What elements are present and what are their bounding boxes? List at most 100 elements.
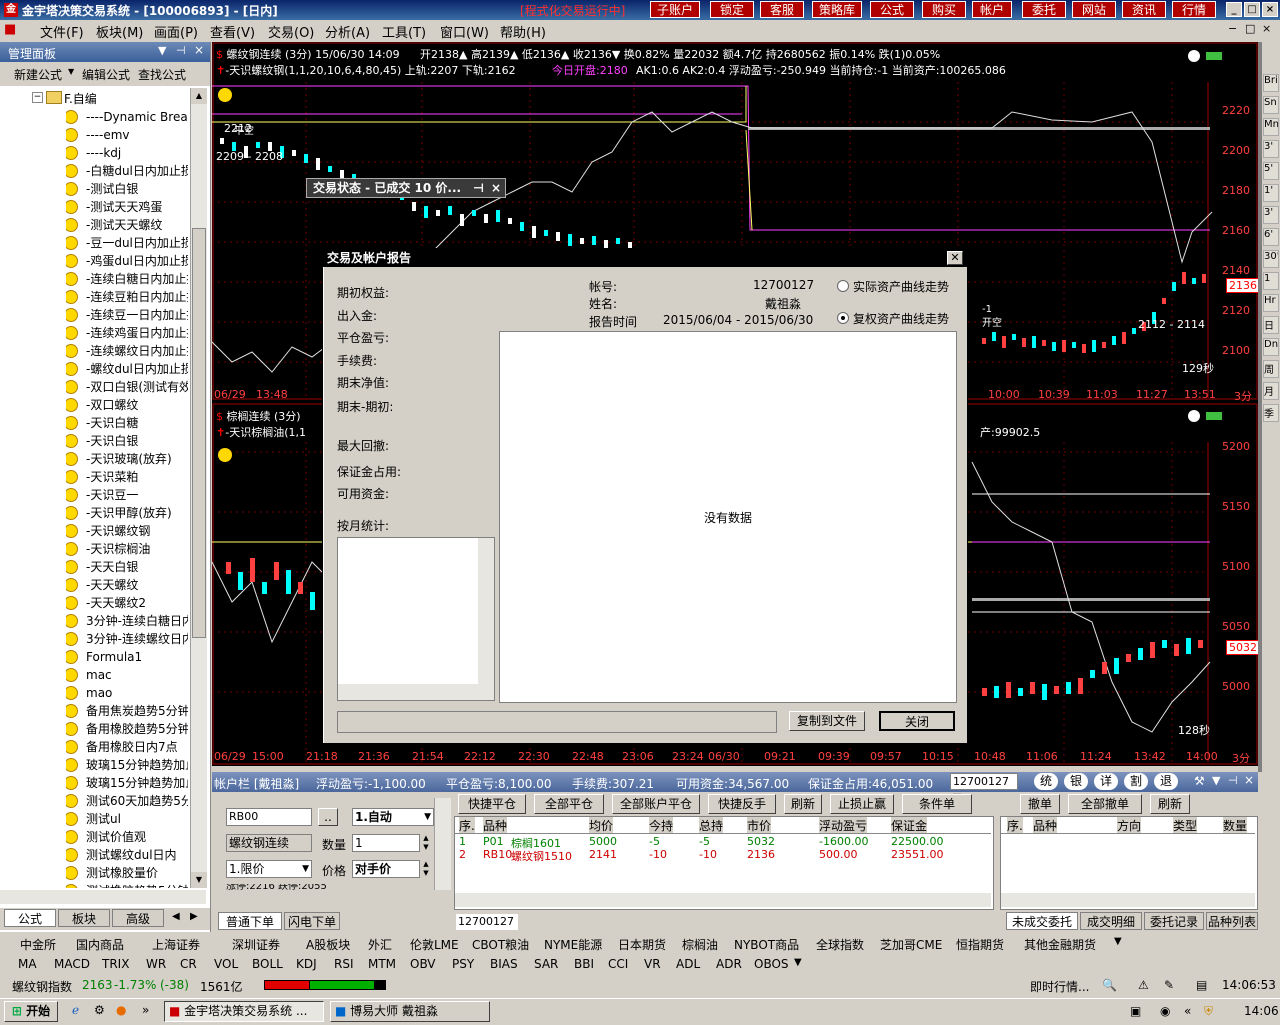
folder-label[interactable]: F.自编 [64,90,97,107]
popup-pin-icon[interactable]: ⊣ [473,179,484,197]
market-tab-5[interactable]: 外汇 [368,936,392,953]
period-button-9[interactable]: 1 [1263,272,1279,290]
formula-item[interactable]: -豆一dul日内加止损 [66,234,188,252]
formula-item[interactable]: -白糖dul日内加止损 [66,162,188,180]
formula-item[interactable]: 测试螺纹dul日内 [66,846,188,864]
formula-item[interactable]: -连续鸡蛋日内加止损 [66,324,188,342]
tree-hscrollbar[interactable] [0,890,206,904]
formula-item[interactable]: ----kdj [66,144,188,162]
tray-sound-icon[interactable]: ◉ [1160,1004,1170,1018]
market-tab-3[interactable]: 深圳证券 [232,936,280,953]
task-boyi[interactable]: ■ 博易大师 戴祖淼 [330,1001,490,1022]
firefox-icon[interactable]: ● [116,1003,126,1017]
radio-actual[interactable] [837,280,849,292]
orders-col-header[interactable]: 方向 [1117,817,1142,834]
orders-col-header[interactable]: 类型 [1173,817,1198,834]
formula-item[interactable]: 备用焦炭趋势5分钟 [66,702,188,720]
splitter[interactable] [1258,42,1262,772]
indicator-more-icon[interactable]: ▼ [794,957,802,968]
order-list-button-2[interactable]: 刷新 [1150,794,1190,814]
order-list-tab-1[interactable]: 成交明细 [1080,912,1142,930]
table-row[interactable]: 1 P01 棕榈1601 5000 -5 -5 5032 -1600.00 22500.00 [455,835,991,850]
formula-item[interactable]: 测试60天加趋势5分 [66,792,188,810]
market-tab-0[interactable]: 中金所 [20,936,56,953]
indicator-tab-1[interactable]: MACD [54,957,90,971]
tray-more-icon[interactable]: « [1184,1004,1191,1018]
book-icon[interactable]: ▤ [1196,978,1207,992]
mdi-control-icon-1[interactable]: □ [1245,22,1255,35]
period-button-13[interactable]: 周 [1263,360,1279,378]
positions-col-header[interactable]: 保证金 [891,817,928,834]
menu-item-8[interactable]: 帮助(H) [500,22,546,41]
radio-adjusted-label[interactable]: 复权资产曲线走势 [853,310,949,327]
period-button-5[interactable]: 1' [1263,184,1279,202]
period-button-3[interactable]: 3' [1263,140,1279,158]
menu-item-7[interactable]: 窗口(W) [440,22,489,41]
indicator-tab-18[interactable]: ADR [716,957,742,971]
position-button-3[interactable]: 快捷反手 [708,794,776,814]
menu-item-1[interactable]: 板块(M) [96,22,143,41]
account-bar-button-2[interactable]: 详 [1094,773,1118,790]
quicklaunch-icon-2[interactable]: ⚙ [94,1003,105,1017]
market-tab-15[interactable]: 其他金融期货 [1024,936,1096,953]
period-button-10[interactable]: Hr [1263,294,1279,312]
positions-col-header[interactable]: 市价 [747,817,772,834]
bar-close-icon[interactable]: × [1244,773,1254,787]
tab-advanced[interactable]: 高级 [112,909,164,927]
formula-item[interactable]: 测试橡胶趋势5分钟 [66,882,188,888]
trade-status-popup[interactable]: 交易状态 - 已成交 10 价... ⊣ × [306,178,506,198]
menu-item-4[interactable]: 交易(O) [268,22,314,41]
tab-prev-icon[interactable]: ◀ [172,911,180,922]
market-tab-14[interactable]: 恒指期货 [956,936,1004,953]
top-button-6[interactable]: 帐户 [972,1,1012,18]
task-jinyuta[interactable]: ■ 金宇塔决策交易系统 ... [164,1001,324,1022]
top-button-5[interactable]: 购买 [922,1,966,18]
top-button-3[interactable]: 策略库 [812,1,862,18]
formula-item[interactable]: -测试天天鸡蛋 [66,198,188,216]
alert-icon[interactable]: ⚠ [1138,978,1149,992]
top-button-8[interactable]: 网站 [1072,1,1116,18]
bar-dropdown-icon[interactable]: ▼ [1212,774,1220,787]
positions-col-header[interactable]: 序. [459,817,475,834]
tray-network-icon[interactable]: ▣ [1130,1004,1141,1018]
positions-col-header[interactable]: 均价 [589,817,614,834]
realtime-quote[interactable]: 即时行情... [1030,978,1089,995]
account-select[interactable]: 12700127 ▼ [950,773,1018,804]
indicator-tab-6[interactable]: BOLL [252,957,283,971]
positions-col-header[interactable]: 今持 [649,817,674,834]
positions-hscroll[interactable] [455,893,991,907]
indicator-tab-7[interactable]: KDJ [296,957,317,971]
price-type-select[interactable]: 1.限价 ▼ [226,860,312,878]
orders-col-header[interactable]: 数量 [1223,817,1248,834]
copy-to-file-button[interactable]: 复制到文件 [789,711,865,731]
tree-collapse-icon[interactable]: − [32,92,43,103]
order-list-button-0[interactable]: 撤单 [1020,794,1060,814]
top-button-9[interactable]: 资讯 [1122,1,1166,18]
close-button[interactable]: × [1262,2,1278,17]
formula-item[interactable]: -天天白银 [66,558,188,576]
formula-item[interactable]: 测试橡胶量价 [66,864,188,882]
indicator-tab-11[interactable]: PSY [452,957,474,971]
formula-item[interactable]: -天识玻璃(放弃) [66,450,188,468]
indicator-tab-2[interactable]: TRIX [102,957,129,971]
order-list-tab-0[interactable]: 未成交委托 [1006,912,1078,930]
formula-item[interactable]: -测试白银 [66,180,188,198]
market-tab-1[interactable]: 国内商品 [76,936,124,953]
tab-next-icon[interactable]: ▶ [190,911,198,922]
top-button-4[interactable]: 公式 [870,1,914,18]
formula-item[interactable]: 3分钟-连续螺纹日内 [66,630,188,648]
table-row[interactable]: 2 RB10 螺纹钢1510 2141 -10 -10 2136 500.00 23551.00 [455,848,991,863]
period-button-1[interactable]: Sn [1263,96,1279,114]
formula-item[interactable]: 测试价值观 [66,828,188,846]
new-formula-button[interactable]: 新建公式 [14,66,62,83]
market-tab-10[interactable]: 棕榈油 [682,936,718,953]
tab-normal-order[interactable]: 普通下单 [218,912,282,930]
position-button-2[interactable]: 全部账户平仓 [612,794,700,814]
market-tab-6[interactable]: 伦敦LME [410,936,459,953]
market-tab-4[interactable]: A股板块 [306,936,350,953]
edit-formula-button[interactable]: 编辑公式 [82,66,130,83]
position-button-0[interactable]: 快捷平仓 [458,794,526,814]
maximize-button[interactable]: □ [1244,2,1260,17]
indicator-tab-15[interactable]: CCI [608,957,628,971]
positions-account-tab[interactable]: 12700127 [456,914,518,930]
